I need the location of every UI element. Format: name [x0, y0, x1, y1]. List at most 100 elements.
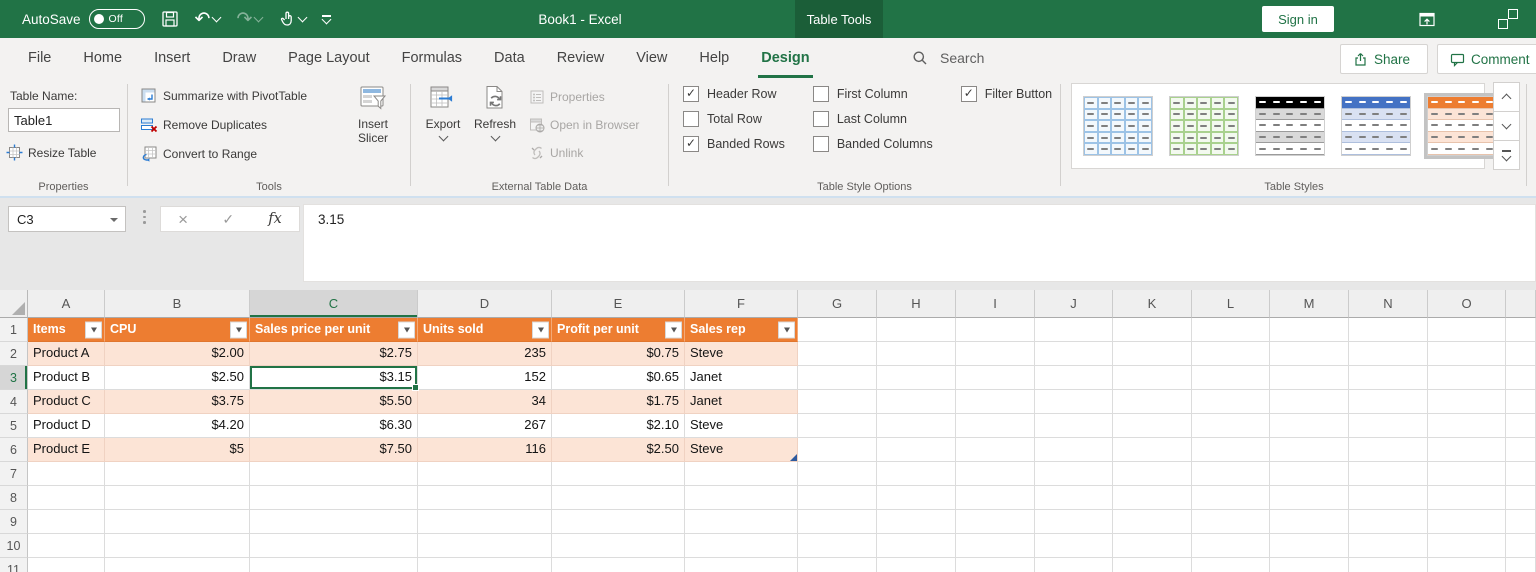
tab-design[interactable]: Design — [745, 38, 825, 78]
formula-bar-grip[interactable] — [143, 210, 146, 224]
cell-H1[interactable] — [877, 318, 956, 342]
cell-B9[interactable] — [105, 510, 250, 534]
cell-M11[interactable] — [1270, 558, 1349, 572]
cell-F4[interactable]: Janet — [685, 390, 798, 414]
cell-C10[interactable] — [250, 534, 418, 558]
cell-X3[interactable] — [1506, 366, 1536, 390]
cell-I8[interactable] — [956, 486, 1035, 510]
cell-H7[interactable] — [877, 462, 956, 486]
tab-file[interactable]: File — [12, 38, 67, 78]
cell-O10[interactable] — [1428, 534, 1506, 558]
cell-J8[interactable] — [1035, 486, 1113, 510]
cell-L7[interactable] — [1192, 462, 1270, 486]
cell-I5[interactable] — [956, 414, 1035, 438]
cell-G11[interactable] — [798, 558, 877, 572]
select-all-corner[interactable] — [0, 290, 28, 318]
cell-C6[interactable]: $7.50 — [250, 438, 418, 462]
cell-F5[interactable]: Steve — [685, 414, 798, 438]
cell-O6[interactable] — [1428, 438, 1506, 462]
gallery-more-icon[interactable] — [1493, 140, 1520, 170]
cell-L8[interactable] — [1192, 486, 1270, 510]
row-header-10[interactable]: 10 — [0, 534, 28, 558]
tab-insert[interactable]: Insert — [138, 38, 206, 78]
cell-D5[interactable]: 267 — [418, 414, 552, 438]
cell-H4[interactable] — [877, 390, 956, 414]
search-box[interactable]: Search — [912, 38, 984, 78]
cell-G1[interactable] — [798, 318, 877, 342]
cell-N4[interactable] — [1349, 390, 1428, 414]
cell-N5[interactable] — [1349, 414, 1428, 438]
cell-X4[interactable] — [1506, 390, 1536, 414]
cell-D9[interactable] — [418, 510, 552, 534]
cell-X7[interactable] — [1506, 462, 1536, 486]
tab-formulas[interactable]: Formulas — [386, 38, 478, 78]
cell-I7[interactable] — [956, 462, 1035, 486]
cell-E2[interactable]: $0.75 — [552, 342, 685, 366]
cell-X6[interactable] — [1506, 438, 1536, 462]
refresh-button[interactable]: Refresh — [469, 84, 521, 140]
filter-button-profit-per-unit[interactable] — [665, 321, 682, 338]
cell-F6[interactable]: Steve — [685, 438, 798, 462]
tab-view[interactable]: View — [620, 38, 683, 78]
row-header-11[interactable]: 11 — [0, 558, 28, 572]
cell-L1[interactable] — [1192, 318, 1270, 342]
cell-B3[interactable]: $2.50 — [105, 366, 250, 390]
cancel-icon[interactable]: × — [178, 211, 188, 228]
autosave-toggle[interactable]: AutoSave Off — [22, 9, 145, 29]
cell-F1[interactable]: Sales rep — [685, 318, 798, 342]
cell-H10[interactable] — [877, 534, 956, 558]
cell-F11[interactable] — [685, 558, 798, 572]
column-header-C[interactable]: C — [250, 290, 418, 318]
cell-X8[interactable] — [1506, 486, 1536, 510]
checkbox-banded-rows[interactable]: ✓Banded Rows — [683, 136, 785, 152]
cell-K4[interactable] — [1113, 390, 1192, 414]
row-header-8[interactable]: 8 — [0, 486, 28, 510]
cell-X5[interactable] — [1506, 414, 1536, 438]
share-button[interactable]: Share — [1340, 44, 1428, 74]
column-header-O[interactable]: O — [1428, 290, 1506, 318]
tab-help[interactable]: Help — [683, 38, 745, 78]
column-header-H[interactable]: H — [877, 290, 956, 318]
cell-E11[interactable] — [552, 558, 685, 572]
checkbox-icon[interactable] — [813, 111, 829, 127]
cell-G3[interactable] — [798, 366, 877, 390]
customize-qat-icon[interactable] — [322, 15, 331, 23]
filter-button-items[interactable] — [85, 321, 102, 338]
cell-L6[interactable] — [1192, 438, 1270, 462]
save-icon[interactable] — [161, 10, 179, 28]
checkbox-banded-columns[interactable]: Banded Columns — [813, 136, 933, 152]
cell-O9[interactable] — [1428, 510, 1506, 534]
cell-D2[interactable]: 235 — [418, 342, 552, 366]
cell-K6[interactable] — [1113, 438, 1192, 462]
checkbox-first-column[interactable]: First Column — [813, 86, 933, 102]
cell-G6[interactable] — [798, 438, 877, 462]
column-header-N[interactable]: N — [1349, 290, 1428, 318]
cell-X2[interactable] — [1506, 342, 1536, 366]
filter-button-sales-price-per-unit[interactable] — [398, 321, 415, 338]
cell-O4[interactable] — [1428, 390, 1506, 414]
cell-D7[interactable] — [418, 462, 552, 486]
cell-O5[interactable] — [1428, 414, 1506, 438]
cell-K5[interactable] — [1113, 414, 1192, 438]
cell-K2[interactable] — [1113, 342, 1192, 366]
cell-G9[interactable] — [798, 510, 877, 534]
cell-J1[interactable] — [1035, 318, 1113, 342]
table-style-medium-orange[interactable] — [1424, 93, 1500, 159]
cell-E8[interactable] — [552, 486, 685, 510]
cell-D3[interactable]: 152 — [418, 366, 552, 390]
cell-M10[interactable] — [1270, 534, 1349, 558]
column-header-I[interactable]: I — [956, 290, 1035, 318]
checkbox-icon[interactable]: ✓ — [683, 136, 699, 152]
cell-C1[interactable]: Sales price per unit — [250, 318, 418, 342]
cell-B10[interactable] — [105, 534, 250, 558]
checkbox-icon[interactable] — [683, 111, 699, 127]
cell-G2[interactable] — [798, 342, 877, 366]
column-header-E[interactable]: E — [552, 290, 685, 318]
formula-bar-input[interactable]: 3.15 — [303, 204, 1536, 282]
cell-F7[interactable] — [685, 462, 798, 486]
cell-K7[interactable] — [1113, 462, 1192, 486]
row-header-9[interactable]: 9 — [0, 510, 28, 534]
cell-M3[interactable] — [1270, 366, 1349, 390]
cell-A10[interactable] — [28, 534, 105, 558]
cell-K1[interactable] — [1113, 318, 1192, 342]
